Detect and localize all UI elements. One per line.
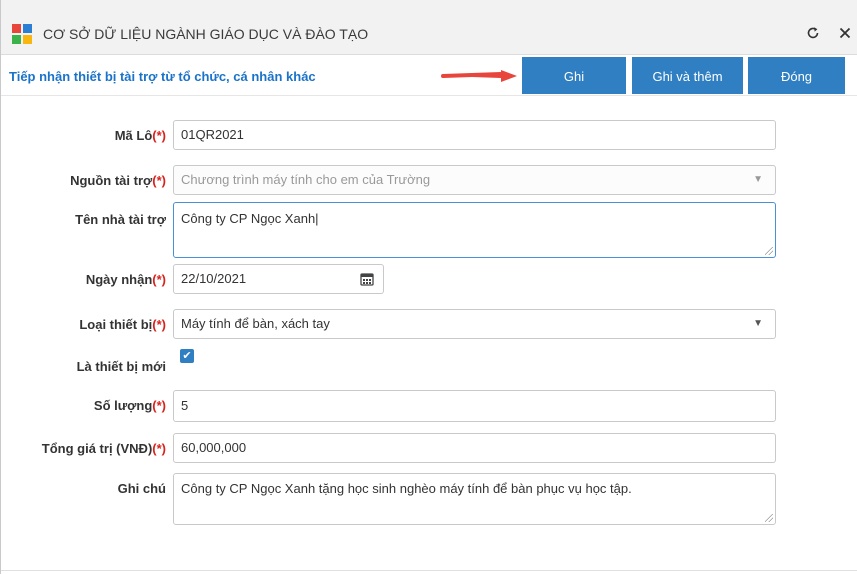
title-bar: CƠ SỞ DỮ LIỆU NGÀNH GIÁO DỤC VÀ ĐÀO TẠO <box>1 0 857 55</box>
chevron-down-icon: ▼ <box>753 318 763 329</box>
ten-nha-tai-tro-textarea[interactable]: Công ty CP Ngọc Xanh| <box>173 202 776 258</box>
save-button[interactable]: Ghi <box>522 57 626 94</box>
ngay-nhan-label: Ngày nhận(*) <box>85 272 166 287</box>
ngay-nhan-input[interactable]: 22/10/2021 <box>173 264 353 294</box>
save-and-add-button[interactable]: Ghi và thêm <box>632 57 743 94</box>
dialog-window: CƠ SỞ DỮ LIỆU NGÀNH GIÁO DỤC VÀ ĐÀO TẠO … <box>0 0 857 574</box>
resize-handle[interactable] <box>765 247 773 255</box>
app-logo-icon <box>12 24 32 44</box>
ten-nha-tai-tro-label: Tên nhà tài trợ <box>75 212 166 227</box>
so-luong-label: Số lượng(*) <box>93 398 166 413</box>
resize-handle[interactable] <box>765 514 773 522</box>
tong-gia-tri-label: Tổng giá trị (VNĐ)(*) <box>41 441 166 456</box>
close-button[interactable]: Đóng <box>748 57 845 94</box>
footer-divider <box>1 570 857 571</box>
refresh-icon[interactable] <box>803 22 823 44</box>
ghi-chu-textarea[interactable]: Công ty CP Ngọc Xanh tặng học sinh nghèo… <box>173 473 776 525</box>
ma-lo-input[interactable]: 01QR2021 <box>173 120 776 150</box>
calendar-icon[interactable] <box>352 264 384 294</box>
loai-thiet-bi-label: Loại thiết bị(*) <box>79 317 166 332</box>
window-title: CƠ SỞ DỮ LIỆU NGÀNH GIÁO DỤC VÀ ĐÀO TẠO <box>43 26 369 42</box>
nguon-tai-tro-label: Nguồn tài trợ(*) <box>70 173 166 188</box>
loai-thiet-bi-select[interactable]: Máy tính để bàn, xách tay ▼ <box>173 309 776 339</box>
chevron-down-icon: ▼ <box>753 174 763 185</box>
arrow-right-icon <box>441 70 517 82</box>
ghi-chu-label: Ghi chú <box>117 481 166 496</box>
form-title: Tiếp nhận thiết bị tài trợ từ tổ chức, c… <box>9 69 316 84</box>
la-thiet-bi-moi-checkbox[interactable]: ✔ <box>180 349 194 363</box>
so-luong-input[interactable]: 5 <box>173 390 776 422</box>
close-icon[interactable] <box>835 22 855 44</box>
ma-lo-label: Mã Lô(*) <box>114 128 166 143</box>
tong-gia-tri-input[interactable]: 60,000,000 <box>173 433 776 463</box>
la-thiet-bi-moi-label: Là thiết bị mới <box>76 359 166 374</box>
nguon-tai-tro-select[interactable]: Chương trình máy tính cho em của Trường … <box>173 165 776 195</box>
form-header: Tiếp nhận thiết bị tài trợ từ tổ chức, c… <box>1 55 857 96</box>
